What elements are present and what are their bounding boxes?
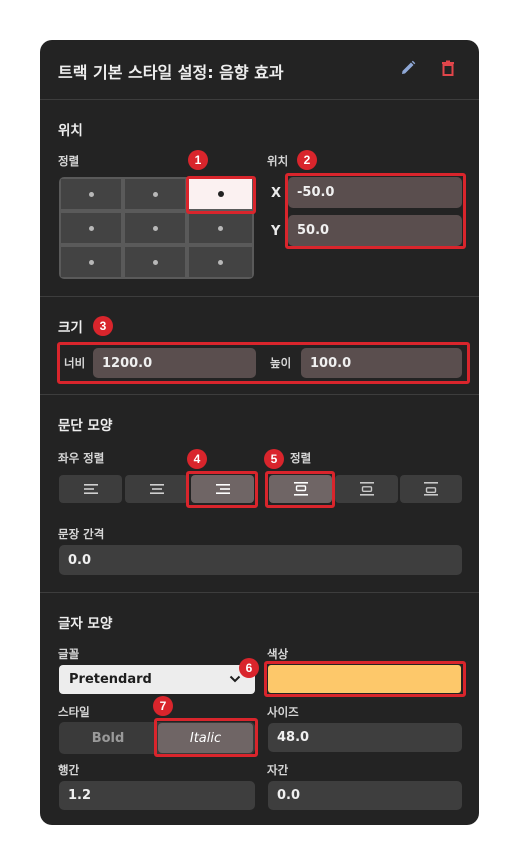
bold-button[interactable]: Bold [61,723,155,753]
color-label: 색상 [267,647,289,661]
font-size-input[interactable]: 48.0 [268,723,462,752]
dot-icon [152,191,158,197]
align-middle-center[interactable] [125,213,185,243]
line-height-label: 행간 [58,763,80,777]
highlight-box-5 [265,471,335,508]
size-section-title: 크기 [58,320,83,336]
letter-spacing-input[interactable]: 0.0 [268,781,462,810]
pencil-icon[interactable] [399,59,417,77]
align-top-left[interactable] [61,179,121,209]
track-style-panel: 트랙 기본 스타일 설정: 음향 효과 위치 정렬 1 위치 2 X Y -50… [40,40,479,825]
align-bottom-icon [424,482,438,496]
dot-icon [152,259,158,265]
v-align-label: 정렬 [290,451,312,465]
v-align-middle-button[interactable] [335,475,398,503]
align-top-center[interactable] [125,179,185,209]
highlight-box-7 [154,718,258,757]
size-label: 사이즈 [267,705,299,719]
dot-icon [88,191,94,197]
badge-6: 6 [239,658,259,678]
dot-icon [218,259,223,265]
h-align-center-button[interactable] [125,475,188,503]
align-middle-left[interactable] [61,213,121,243]
font-label: 글꼴 [58,647,80,661]
highlight-box-3 [57,342,470,384]
chevron-down-icon [229,675,241,683]
line-spacing-input[interactable]: 0.0 [59,545,462,575]
dot-icon [218,225,223,231]
h-align-left-button[interactable] [59,475,122,503]
highlight-box-2 [285,173,466,249]
dot-icon [88,259,94,265]
paragraph-section-title: 문단 모양 [58,418,113,434]
dot-icon [88,225,94,231]
panel-title: 트랙 기본 스타일 설정: 음향 효과 [58,63,284,82]
badge-5: 5 [264,449,284,469]
divider [40,394,479,395]
position-section-title: 위치 [58,123,83,139]
align-middle-right[interactable] [189,213,252,243]
badge-2: 2 [297,150,317,170]
y-label: Y [271,224,281,239]
badge-7: 7 [153,696,173,716]
align-bottom-left[interactable] [61,247,121,277]
font-select-value: Pretendard [69,672,152,687]
xy-label: 위치 [267,154,289,168]
highlight-box-4 [186,471,258,508]
badge-3: 3 [93,316,113,336]
v-align-bottom-button[interactable] [400,475,462,503]
dot-icon [152,225,158,231]
text-section-title: 글자 모양 [58,616,113,632]
trash-icon[interactable] [439,59,457,77]
highlight-box-6 [264,661,466,697]
divider [40,296,479,297]
align-label: 정렬 [58,154,80,168]
badge-1: 1 [188,150,208,170]
divider [40,592,479,593]
badge-4: 4 [187,449,207,469]
x-label: X [271,186,282,201]
align-center-icon [149,484,164,494]
letter-spacing-label: 자간 [267,763,289,777]
highlight-box-1 [186,176,256,214]
h-align-label: 좌우 정렬 [58,451,105,465]
align-bottom-center[interactable] [125,247,185,277]
line-height-input[interactable]: 1.2 [59,781,255,810]
line-spacing-label: 문장 간격 [58,527,105,541]
style-label: 스타일 [58,705,90,719]
header-divider [40,99,479,100]
align-middle-icon [359,482,374,496]
align-bottom-right[interactable] [189,247,252,277]
align-left-icon [83,484,98,494]
font-select[interactable]: Pretendard [59,665,255,694]
